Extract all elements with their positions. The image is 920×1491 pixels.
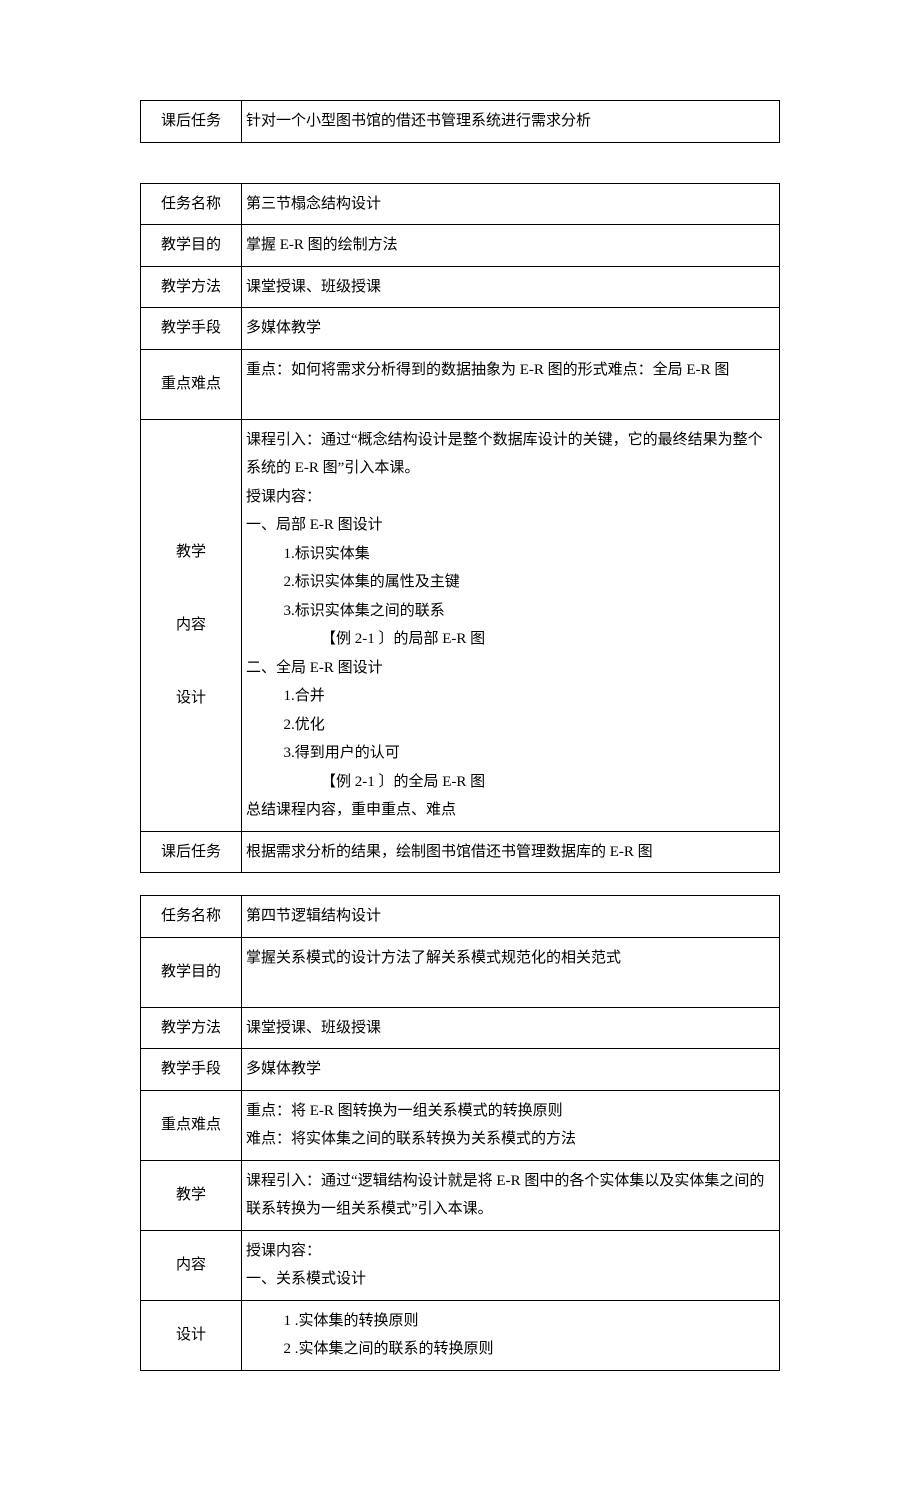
- table-row: 教学手段 多媒体教学: [141, 1049, 780, 1091]
- text-line: 课程引入：通过“逻辑结构设计就是将 E-R 图中的各个实体集以及实体集之间的联系…: [246, 1167, 775, 1224]
- cell-value: 针对一个小型图书馆的借还书管理系统进行需求分析: [242, 101, 780, 143]
- cell-value: 掌握 E-R 图的绘制方法: [242, 225, 780, 267]
- cell-label: 教学方法: [141, 1007, 242, 1049]
- text-line: 3.得到用户的认可: [246, 739, 775, 768]
- table-row: 课后任务 根据需求分析的结果，绘制图书馆借还书管理数据库的 E-R 图: [141, 831, 780, 873]
- text-line: 3.标识实体集之间的联系: [246, 597, 775, 626]
- text-line: 重点：如何将需求分析得到的数据抽象为 E-R 图的形式难点：全局 E-R 图: [246, 356, 775, 385]
- table-section-4: 任务名称 第四节逻辑结构设计 教学目的 掌握关系模式的设计方法了解关系模式规范化…: [140, 895, 780, 1371]
- table-row: 任务名称 第四节逻辑结构设计: [141, 896, 780, 938]
- cell-value: 根据需求分析的结果，绘制图书馆借还书管理数据库的 E-R 图: [242, 831, 780, 873]
- table-section-3: 任务名称 第三节榻念结构设计 教学目的 掌握 E-R 图的绘制方法 教学方法 课…: [140, 183, 780, 874]
- cell-label-stack: 教学 内容 设计: [141, 419, 242, 831]
- label-part: 教学: [145, 538, 237, 567]
- cell-content: 授课内容： 一、关系模式设计: [242, 1230, 780, 1300]
- cell-label: 课后任务: [141, 831, 242, 873]
- cell-label-part: 内容: [141, 1230, 242, 1300]
- table-row: 教学 课程引入：通过“逻辑结构设计就是将 E-R 图中的各个实体集以及实体集之间…: [141, 1160, 780, 1230]
- label-part: 设计: [145, 684, 237, 713]
- table-row: 任务名称 第三节榻念结构设计: [141, 183, 780, 225]
- table-row: 教学方法 课堂授课、班级授课: [141, 1007, 780, 1049]
- text-line: 2.标识实体集的属性及主键: [246, 568, 775, 597]
- cell-content: 课程引入：通过“逻辑结构设计就是将 E-R 图中的各个实体集以及实体集之间的联系…: [242, 1160, 780, 1230]
- text-line: 2 .实体集之间的联系的转换原则: [246, 1335, 775, 1364]
- cell-label: 教学方法: [141, 266, 242, 308]
- table-row: 内容 授课内容： 一、关系模式设计: [141, 1230, 780, 1300]
- cell-label-part: 教学: [141, 1160, 242, 1230]
- cell-value: 重点：如何将需求分析得到的数据抽象为 E-R 图的形式难点：全局 E-R 图: [242, 349, 780, 419]
- text-line: 授课内容：: [246, 483, 775, 512]
- cell-label: 任务名称: [141, 183, 242, 225]
- cell-label-part: 设计: [141, 1300, 242, 1370]
- text-line: 1 .实体集的转换原则: [246, 1307, 775, 1336]
- table-row: 设计 1 .实体集的转换原则 2 .实体集之间的联系的转换原则: [141, 1300, 780, 1370]
- text-line: 2.优化: [246, 711, 775, 740]
- table-row: 课后任务 针对一个小型图书馆的借还书管理系统进行需求分析: [141, 101, 780, 143]
- text-line: 授课内容：: [246, 1237, 775, 1266]
- cell-label: 任务名称: [141, 896, 242, 938]
- cell-value: 多媒体教学: [242, 1049, 780, 1091]
- cell-value: 多媒体教学: [242, 308, 780, 350]
- cell-content: 课程引入：通过“概念结构设计是整个数据库设计的关键，它的最终结果为整个系统的 E…: [242, 419, 780, 831]
- text-line: 总结课程内容，重申重点、难点: [246, 796, 775, 825]
- text-line: 课程引入：通过“概念结构设计是整个数据库设计的关键，它的最终结果为整个系统的 E…: [246, 426, 775, 483]
- table-row: 重点难点 重点：将 E-R 图转换为一组关系模式的转换原则 难点：将实体集之间的…: [141, 1090, 780, 1160]
- table-row: 教学手段 多媒体教学: [141, 308, 780, 350]
- cell-label: 重点难点: [141, 1090, 242, 1160]
- table-row: 教学目的 掌握关系模式的设计方法了解关系模式规范化的相关范式: [141, 937, 780, 1007]
- cell-label: 课后任务: [141, 101, 242, 143]
- cell-label: 重点难点: [141, 349, 242, 419]
- text-line: 一、关系模式设计: [246, 1265, 775, 1294]
- table-row: 重点难点 重点：如何将需求分析得到的数据抽象为 E-R 图的形式难点：全局 E-…: [141, 349, 780, 419]
- cell-value: 第四节逻辑结构设计: [242, 896, 780, 938]
- cell-value: 第三节榻念结构设计: [242, 183, 780, 225]
- cell-label: 教学手段: [141, 308, 242, 350]
- text-line: 【例 2-1 〕的局部 E-R 图: [246, 625, 775, 654]
- text-line: 1.合并: [246, 682, 775, 711]
- text-line: 重点：将 E-R 图转换为一组关系模式的转换原则: [246, 1097, 775, 1126]
- label-part: 内容: [145, 611, 237, 640]
- cell-value: 重点：将 E-R 图转换为一组关系模式的转换原则 难点：将实体集之间的联系转换为…: [242, 1090, 780, 1160]
- table-row: 教学 内容 设计 课程引入：通过“概念结构设计是整个数据库设计的关键，它的最终结…: [141, 419, 780, 831]
- table-row: 教学方法 课堂授课、班级授课: [141, 266, 780, 308]
- text-line: 掌握关系模式的设计方法了解关系模式规范化的相关范式: [246, 944, 775, 973]
- cell-label: 教学手段: [141, 1049, 242, 1091]
- cell-value: 课堂授课、班级授课: [242, 1007, 780, 1049]
- cell-value: 课堂授课、班级授课: [242, 266, 780, 308]
- text-line: 二、全局 E-R 图设计: [246, 654, 775, 683]
- table-row: 教学目的 掌握 E-R 图的绘制方法: [141, 225, 780, 267]
- text-line: 【例 2-1 〕的全局 E-R 图: [246, 768, 775, 797]
- cell-label: 教学目的: [141, 225, 242, 267]
- text-line: 一、局部 E-R 图设计: [246, 511, 775, 540]
- text-line: 难点：将实体集之间的联系转换为关系模式的方法: [246, 1125, 775, 1154]
- cell-label: 教学目的: [141, 937, 242, 1007]
- cell-value: 掌握关系模式的设计方法了解关系模式规范化的相关范式: [242, 937, 780, 1007]
- text-line: 1.标识实体集: [246, 540, 775, 569]
- table-homework-1: 课后任务 针对一个小型图书馆的借还书管理系统进行需求分析: [140, 100, 780, 143]
- cell-content: 1 .实体集的转换原则 2 .实体集之间的联系的转换原则: [242, 1300, 780, 1370]
